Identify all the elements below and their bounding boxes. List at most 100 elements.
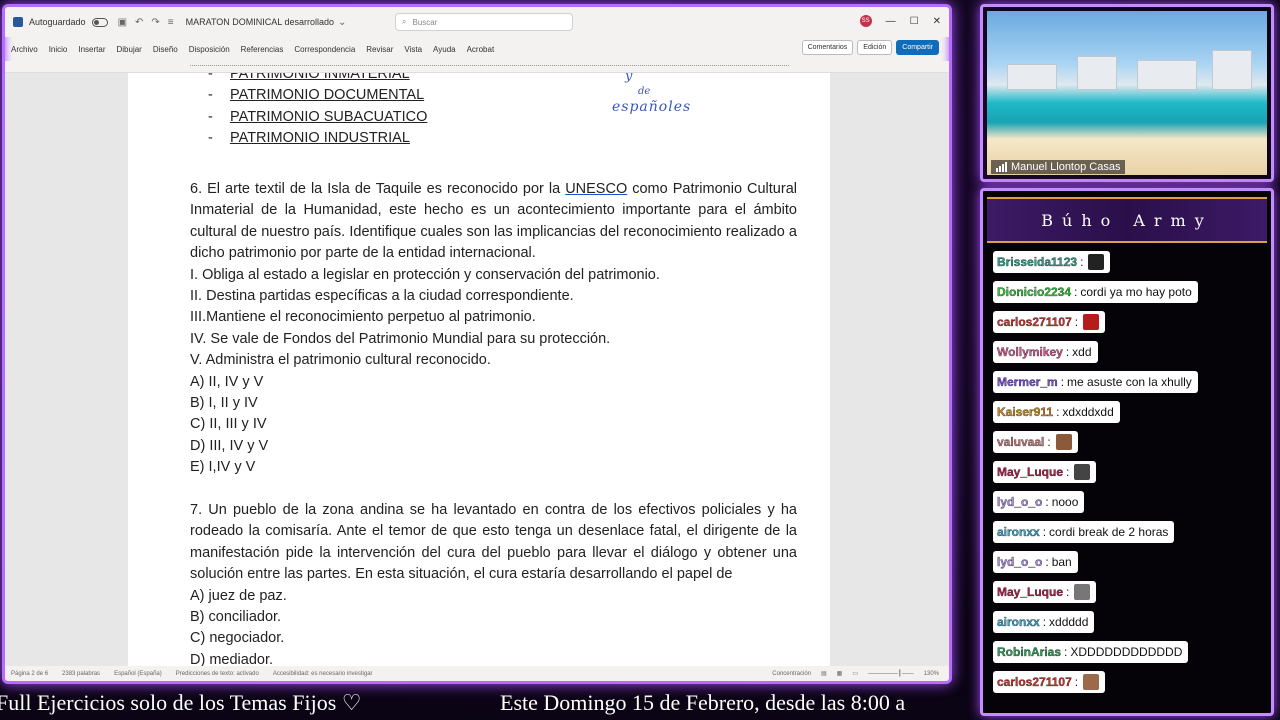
chat-username: RobinArias — [997, 645, 1062, 659]
tab-vista[interactable]: Vista — [404, 45, 422, 54]
chat-separator: : — [1066, 465, 1070, 479]
tab-disposicion[interactable]: Disposición — [189, 45, 230, 54]
autosave-toggle[interactable] — [91, 17, 108, 27]
chat-text: xdd — [1072, 345, 1092, 359]
chat-message: Brisseida1123: — [993, 251, 1111, 273]
chat-username: valuvaal — [997, 435, 1045, 449]
language-status[interactable]: Español (España) — [114, 671, 162, 677]
question-6: 6. El arte textil de la Isla de Taquile … — [190, 179, 797, 479]
print-layout-icon[interactable]: ▦ — [837, 670, 843, 677]
chat-message: May_Luque: — [993, 461, 1097, 483]
chat-username: Kaiser911 — [997, 405, 1054, 419]
focus-button[interactable]: Concentración — [772, 671, 811, 677]
zoom-level[interactable]: 130% — [924, 671, 939, 677]
ticker-text: Este Domingo 15 de Febrero, desde las 8:… — [500, 690, 906, 715]
web-layout-icon[interactable]: ▭ — [852, 670, 858, 677]
ribbon-tabs: Archivo Inicio Insertar Dibujar Diseño D… — [5, 37, 949, 61]
chat-separator: : — [1047, 435, 1051, 449]
beach-background — [987, 11, 1267, 175]
undo-icon[interactable]: ↶ — [135, 17, 143, 28]
chat-message-row: Kaiser911: xdxddxdd — [993, 401, 1198, 431]
list-item: - PATRIMONIO INDUSTRIAL — [208, 130, 410, 147]
status-right: Concentración ▤ ▦ ▭ —————┃—— 130% — [772, 670, 939, 678]
chat-message: aironxx: xddddd — [993, 611, 1095, 633]
avatar[interactable]: SS — [859, 15, 872, 27]
chat-message: Mermer_m: me asuste con la xhully — [993, 371, 1198, 393]
chat-username: carlos271107 — [997, 675, 1072, 689]
search-icon: ⌕ — [402, 17, 407, 26]
chat-text: XDDDDDDDDDDDD — [1070, 645, 1183, 659]
chat-separator: : — [1045, 555, 1049, 569]
answer-option: D) III, IV y V — [190, 437, 269, 454]
emote-icon — [1074, 464, 1091, 480]
chat-message-row: lyd_o_o: ban — [993, 551, 1198, 581]
read-mode-icon[interactable]: ▤ — [821, 670, 827, 677]
chat-username: aironxx — [997, 615, 1040, 629]
list-item: - PATRIMONIO INMATERIAL — [208, 73, 410, 82]
editing-mode-button[interactable]: Edición — [857, 40, 893, 55]
tab-acrobat[interactable]: Acrobat — [467, 45, 495, 54]
chat-message-row: Wollymikey: xdd — [993, 341, 1198, 371]
chat-text: nooo — [1051, 495, 1079, 509]
chat-username: Mermer_m — [997, 375, 1058, 389]
chat-panel: Búho Army Brisseida1123: Dionicio2234: cor… — [980, 188, 1274, 716]
chat-message: valuvaal: — [993, 431, 1078, 453]
chat-message: lyd_o_o: nooo — [993, 491, 1085, 513]
page-count[interactable]: Página 2 de 6 — [11, 671, 48, 677]
chat-message-row: RobinArias: XDDDDDDDDDDDD — [993, 641, 1198, 671]
chat-message: RobinArias: XDDDDDDDDDDDD — [993, 641, 1189, 663]
chat-separator: : — [1066, 585, 1070, 599]
search-input[interactable]: ⌕ Buscar — [395, 13, 573, 31]
status-bar: Página 2 de 6 2383 palabras Español (Esp… — [5, 666, 949, 681]
statement: III.Mantiene el reconocimiento perpetuo … — [190, 309, 536, 326]
predictions-status[interactable]: Predicciones de texto: activado — [176, 671, 259, 677]
accessibility-status[interactable]: Accesibilidad: es necesario investigar — [273, 671, 373, 677]
document-page[interactable]: - PATRIMONIO INMATERIAL - PATRIMONIO DOCUM… — [128, 73, 830, 666]
chat-message: Wollymikey: xdd — [993, 341, 1098, 363]
answer-option: E) I,IV y V — [190, 459, 256, 476]
tab-diseno[interactable]: Diseño — [153, 45, 178, 54]
handwritten-note: y — [625, 73, 633, 84]
save-icon[interactable]: ▣ — [118, 17, 127, 28]
webcam-name-tag: Manuel Llontop Casas — [991, 160, 1126, 174]
ticker-text: Full Ejercicios solo de los Temas Fijos … — [0, 690, 362, 715]
maximize-icon[interactable]: ☐ — [910, 16, 919, 27]
chat-message-row: May_Luque: — [993, 581, 1198, 611]
emote-icon — [1083, 314, 1100, 330]
ruler[interactable] — [5, 61, 949, 73]
chat-message: aironxx: cordi break de 2 horas — [993, 521, 1175, 543]
close-icon[interactable]: ✕ — [933, 16, 941, 27]
tab-insertar[interactable]: Insertar — [78, 45, 105, 54]
customize-toolbar-icon[interactable]: ≡ — [168, 17, 174, 28]
title-bar: Autoguardado ▣ ↶ ↷ ≡ MARATON DOMINICAL d… — [5, 7, 949, 37]
question-7-text: 7. Un pueblo de la zona andina se ha lev… — [190, 502, 797, 583]
document-title[interactable]: MARATON DOMINICAL desarrollado — [186, 17, 334, 27]
answer-option: C) II, III y IV — [190, 416, 267, 433]
comments-button[interactable]: Comentarios — [801, 40, 854, 55]
word-count[interactable]: 2383 palabras — [62, 671, 100, 677]
chat-separator: : — [1056, 405, 1060, 419]
tab-ayuda[interactable]: Ayuda — [433, 45, 456, 54]
statement: IV. Se vale de Fondos del Patrimonio Mun… — [190, 330, 611, 347]
list-item: - PATRIMONIO SUBACUATICO — [208, 108, 428, 125]
minimize-icon[interactable]: — — [886, 16, 896, 27]
chat-separator: : — [1042, 615, 1047, 629]
tab-archivo[interactable]: Archivo — [11, 45, 38, 54]
share-button[interactable]: Compartir — [896, 40, 939, 55]
answer-option: A) juez de paz. — [190, 587, 287, 604]
tab-dibujar[interactable]: Dibujar — [117, 45, 142, 54]
tab-revisar[interactable]: Revisar — [366, 45, 393, 54]
chat-username: Brisseida1123 — [997, 255, 1078, 269]
handwritten-note: de — [638, 86, 651, 97]
patrimonio-list: - PATRIMONIO INMATERIAL - PATRIMONIO DOCUM… — [208, 73, 427, 149]
question-7: 7. Un pueblo de la zona andina se ha lev… — [190, 500, 797, 666]
chevron-down-icon[interactable]: ⌄ — [338, 17, 346, 28]
ticker: Full Ejercicios solo de los Temas Fijos … — [0, 686, 956, 720]
chat-username: aironxx — [997, 525, 1040, 539]
zoom-slider[interactable]: —————┃—— — [868, 670, 914, 677]
tab-correspondencia[interactable]: Correspondencia — [294, 45, 355, 54]
tab-referencias[interactable]: Referencias — [241, 45, 284, 54]
redo-icon[interactable]: ↷ — [151, 17, 159, 28]
tab-inicio[interactable]: Inicio — [49, 45, 68, 54]
chat-text: cordi ya mo hay poto — [1080, 285, 1192, 299]
